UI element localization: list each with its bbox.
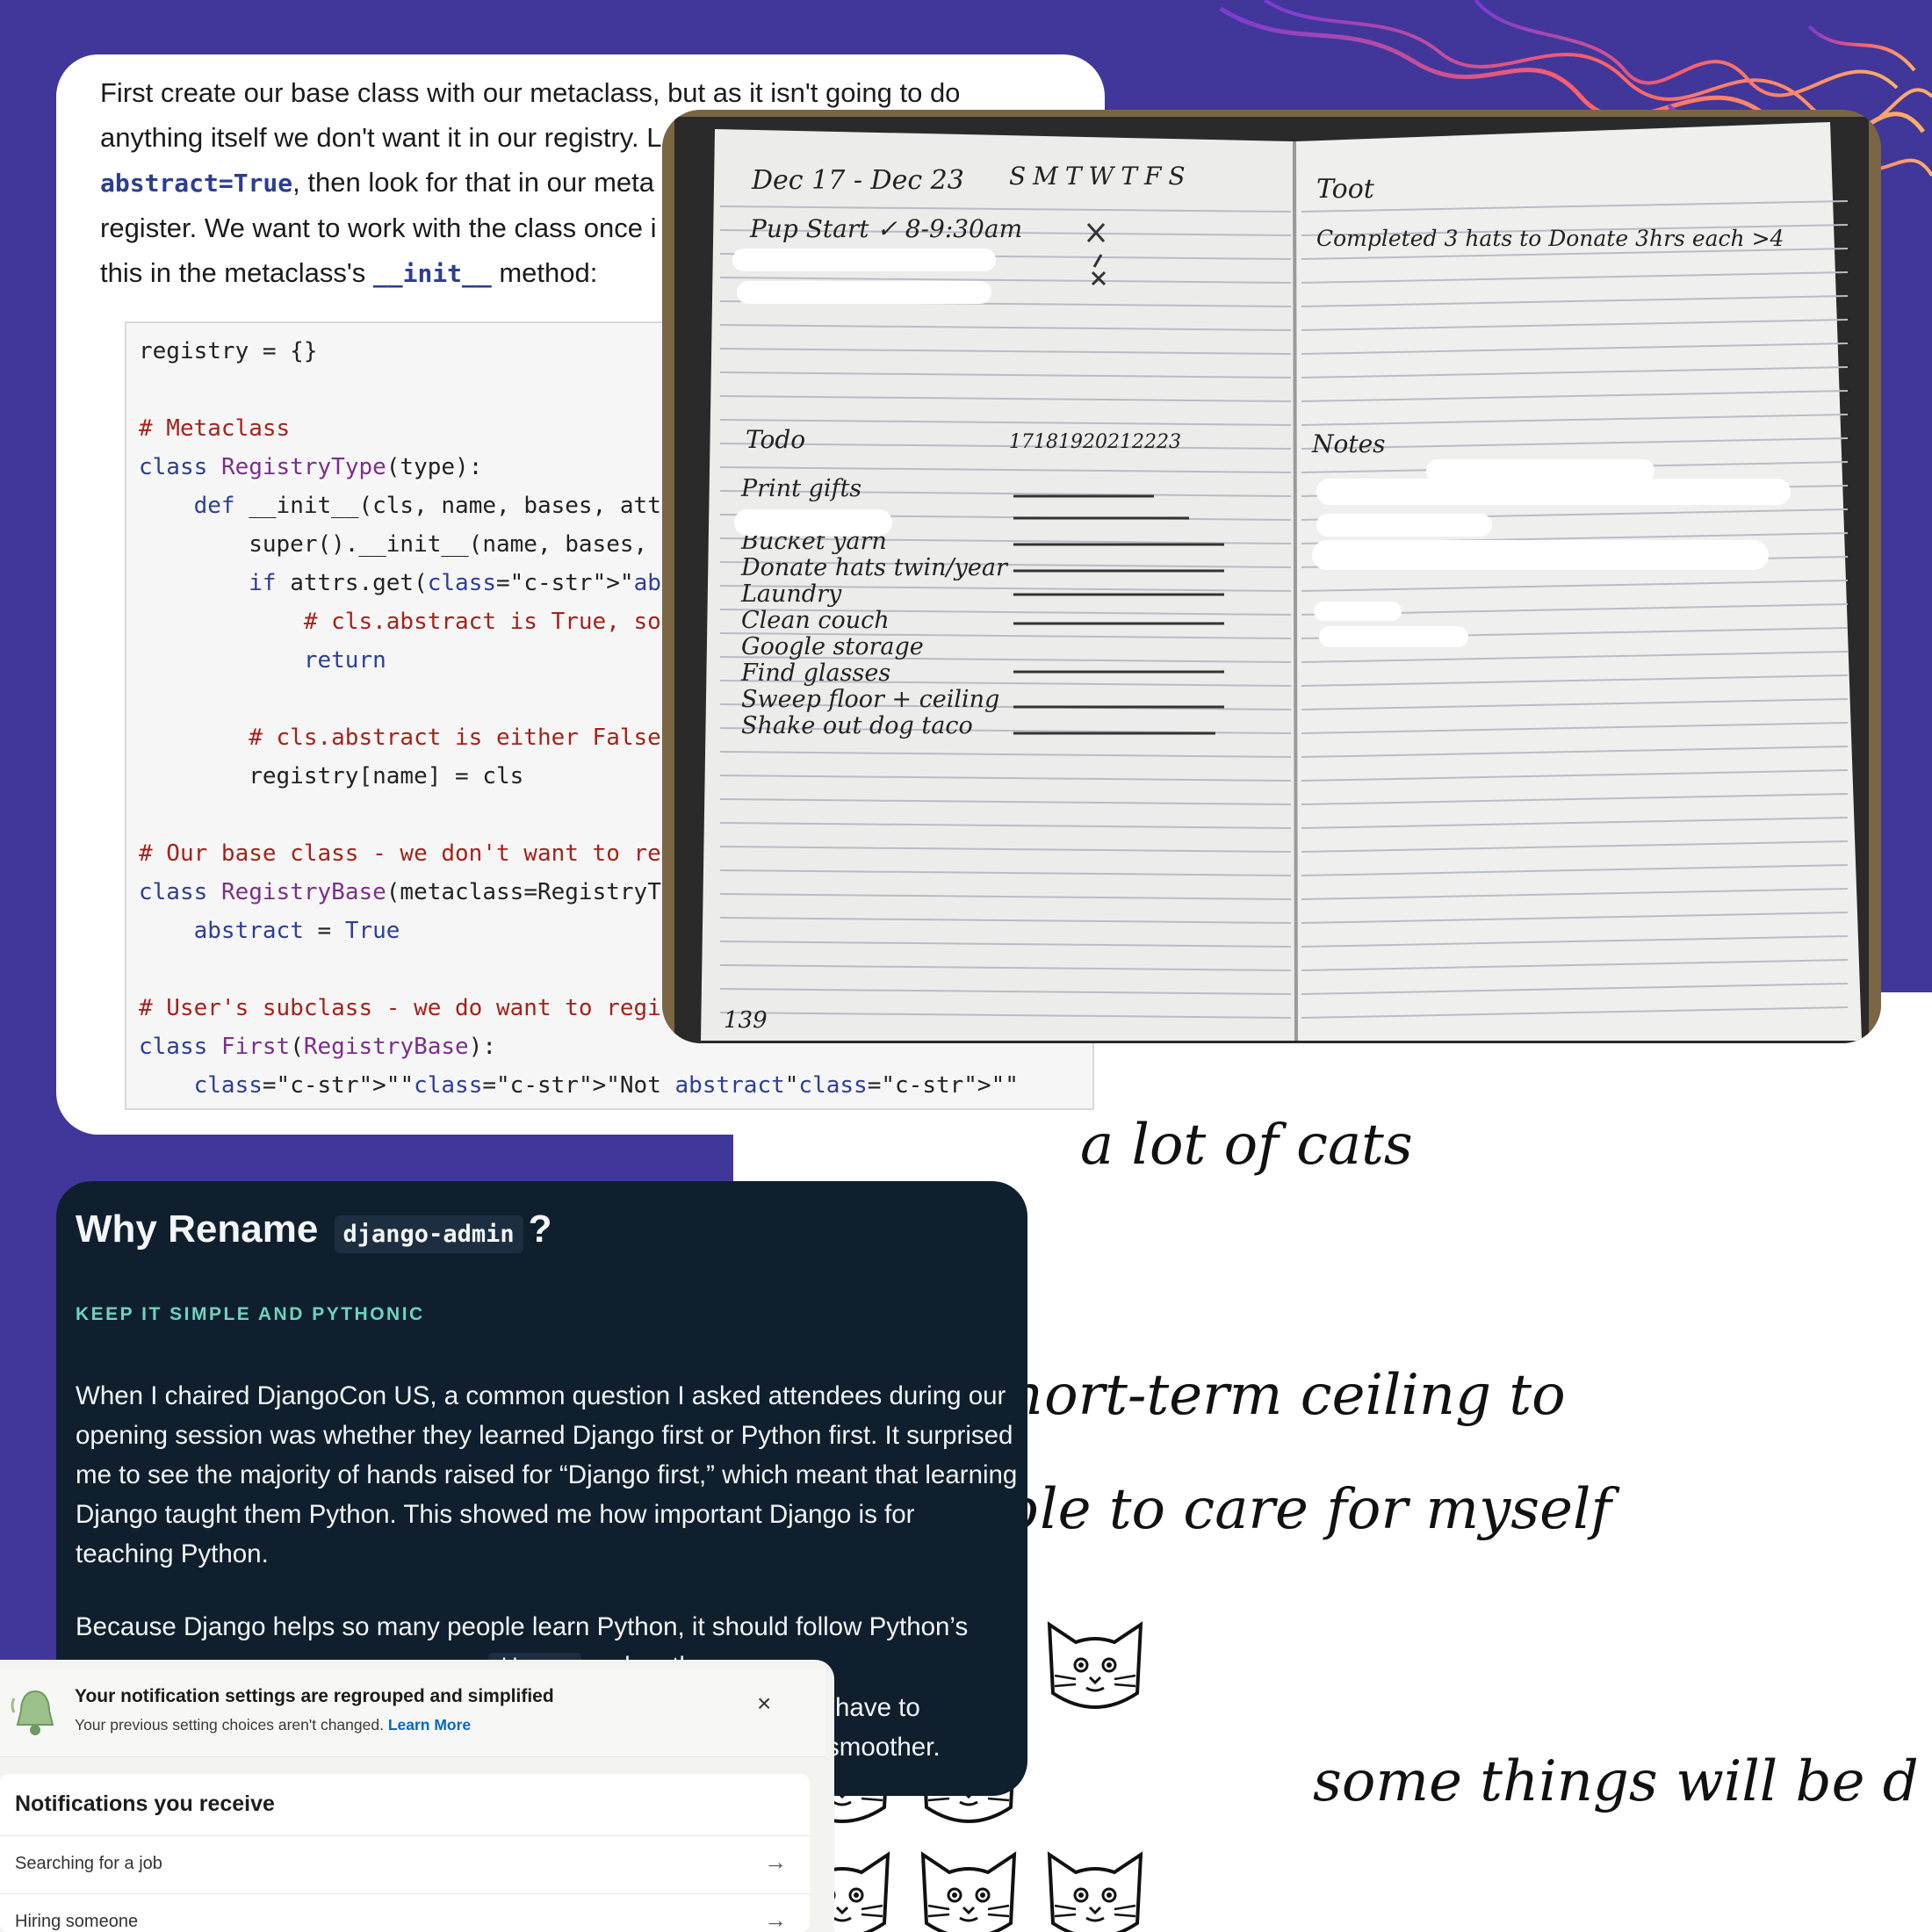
- notes-heading: Notes: [1311, 429, 1386, 458]
- list-item-label: Searching for a job: [15, 1854, 162, 1873]
- heading-question-mark: ?: [528, 1208, 552, 1251]
- toot-heading: Toot: [1316, 174, 1375, 205]
- cat-doodle: [1048, 1853, 1143, 1932]
- todo-item: Sweep floor + ceiling: [741, 686, 999, 713]
- toot-line: Completed 3 hats to Donate 3hrs each >4: [1316, 226, 1784, 251]
- list-item[interactable]: Searching for a job →: [0, 1835, 810, 1894]
- page-number: 139: [724, 1007, 768, 1034]
- inline-code: abstract=True: [100, 169, 293, 198]
- todo-heading: Todo: [746, 425, 805, 454]
- todo-item: Google storage: [741, 633, 924, 660]
- arrow-right-icon: →: [764, 1907, 787, 1932]
- close-icon[interactable]: ×: [757, 1690, 771, 1718]
- section-kicker: KEEP IT SIMPLE AND PYTHONIC: [76, 1304, 425, 1324]
- todo-item: Laundry: [740, 580, 842, 608]
- paragraph-1: When I chaired DjangoCon US, a common qu…: [76, 1381, 1018, 1568]
- intro-line-2: anything itself we don't want it in our …: [100, 122, 662, 153]
- week-range: Dec 17 - Dec 23: [751, 165, 964, 196]
- weekday-letters: SMTWTFS: [1009, 162, 1193, 191]
- heading-text: Why Rename: [76, 1208, 319, 1251]
- cats-line-3: able to care for myself: [970, 1477, 1620, 1542]
- intro-line-5b: method:: [491, 257, 598, 288]
- notifications-list: Notifications you receive Searching for …: [0, 1774, 810, 1932]
- notebook-photo: Dec 17 - Dec 23 SMTWTFS Pup Start ✓ 8-9:…: [662, 110, 1881, 1043]
- todo-item: Print gifts: [740, 475, 861, 502]
- cat-doodle: [1048, 1623, 1143, 1709]
- intro-line-1: First create our base class with our met…: [100, 77, 961, 108]
- inline-code: __init__: [372, 259, 492, 288]
- arrow-right-icon: →: [764, 1849, 787, 1875]
- list-heading: Notifications you receive: [15, 1791, 275, 1816]
- article-heading: Why Rename django-admin?: [76, 1208, 552, 1253]
- banner-subtitle-text: Your previous setting choices aren't cha…: [75, 1716, 384, 1734]
- todo-item: Find glasses: [740, 660, 890, 687]
- todo-item: Shake out dog taco: [741, 712, 973, 739]
- list-item-label: Hiring someone: [15, 1912, 139, 1931]
- banner-title: Your notification settings are regrouped…: [75, 1686, 554, 1706]
- intro-line-4: register. We want to work with the class…: [100, 213, 657, 243]
- list-item[interactable]: Hiring someone →: [0, 1893, 810, 1932]
- paragraph-2-line-1: Because Django helps so many people lear…: [76, 1612, 969, 1641]
- notebook-illustration: Dec 17 - Dec 23 SMTWTFS Pup Start ✓ 8-9:…: [662, 110, 1881, 1043]
- intro-line-5a: this in the metaclass's: [100, 257, 373, 288]
- todo-item: Clean couch: [741, 607, 890, 634]
- todo-dates: 17181920212223: [1009, 431, 1181, 453]
- todo-item: Donate hats twin/year: [740, 554, 1009, 581]
- cats-line-1: a lot of cats: [1080, 1113, 1413, 1178]
- bell-icon: [11, 1690, 54, 1735]
- intro-line-3: , then look for that in our meta: [292, 167, 654, 198]
- learn-more-link[interactable]: Learn More: [388, 1716, 471, 1734]
- notification-settings-card: Your notification settings are regrouped…: [0, 1660, 834, 1932]
- banner-subtitle: Your previous setting choices aren't cha…: [75, 1716, 471, 1734]
- cats-line-4: some things will be d: [1313, 1749, 1919, 1814]
- cats-line-2: short-term ceiling to: [979, 1363, 1566, 1428]
- heading-code: django-admin: [334, 1215, 523, 1253]
- cat-doodle: [921, 1853, 1016, 1932]
- notification-banner: Your notification settings are regrouped…: [0, 1669, 825, 1757]
- log-item: Pup Start ✓ 8-9:30am: [749, 214, 1022, 243]
